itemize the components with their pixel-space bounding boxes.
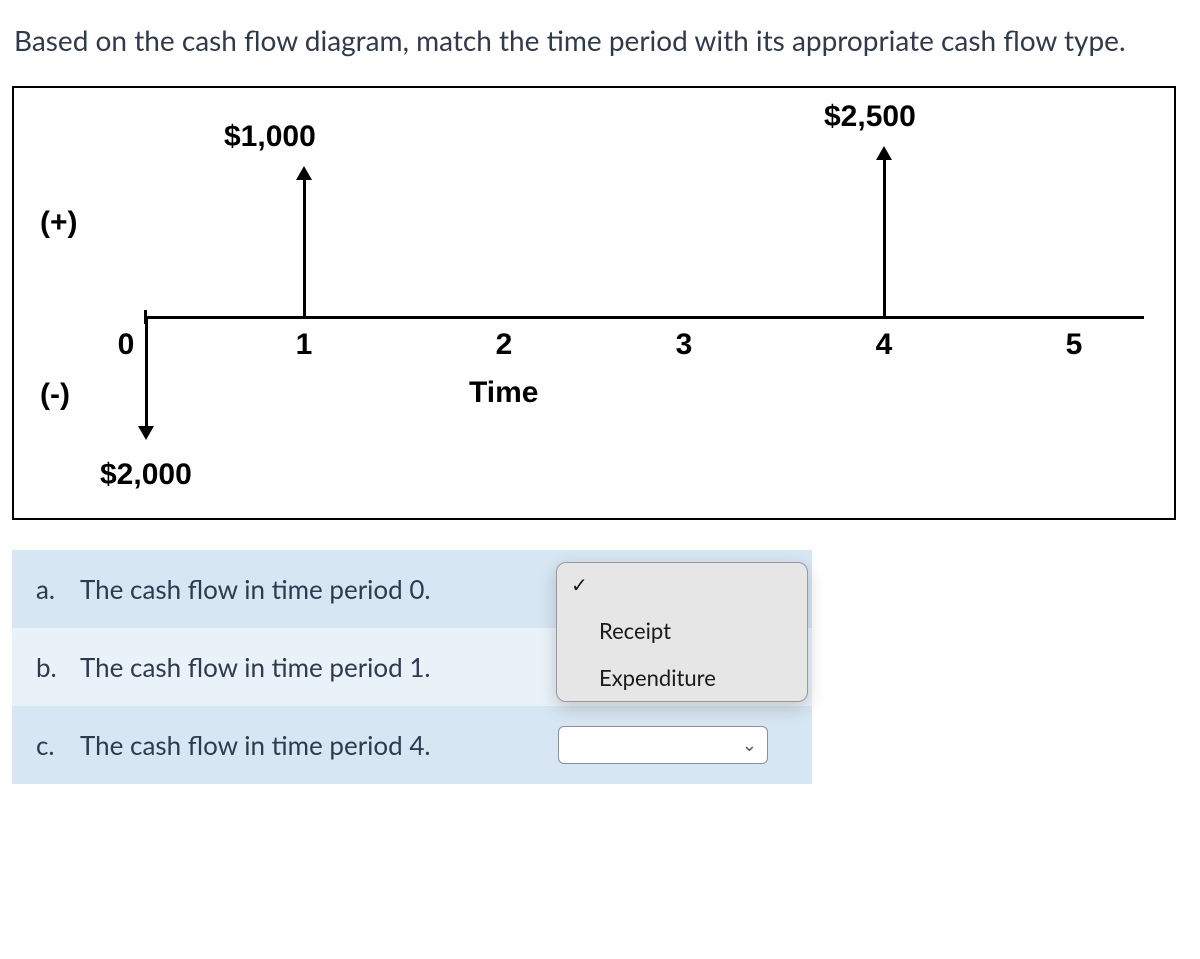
dropdown-option-receipt[interactable]: Receipt [557, 607, 807, 654]
match-row-c: c. The cash flow in time period 4. ⌄ [12, 706, 812, 784]
tick-3: 3 [676, 328, 693, 362]
match-text-a: The cash flow in time period 0. [80, 573, 558, 605]
page: Based on the cash flow diagram, match th… [0, 0, 1200, 802]
match-text-c: The cash flow in time period 4. [80, 729, 558, 761]
time-axis-label: Time [469, 376, 538, 410]
dropdown-option-blank[interactable]: ✓ [557, 563, 807, 607]
dropdown-option-expenditure[interactable]: Expenditure [557, 654, 807, 701]
time-axis [144, 316, 1144, 319]
tick-2: 2 [496, 328, 513, 362]
check-icon: ✓ [571, 573, 599, 597]
chevron-down-icon: ⌄ [742, 733, 757, 756]
arrow-up-t4 [883, 158, 886, 316]
cash-flow-diagram: (+) (-) 0 1 2 3 4 5 Time $1,000 $2,500 $… [12, 86, 1176, 520]
positive-sign: (+) [40, 206, 78, 240]
arrowhead-up-t4-icon [876, 146, 892, 160]
tick-4: 4 [876, 328, 893, 362]
match-letter-a: a. [36, 573, 80, 605]
tick-5: 5 [1066, 328, 1083, 362]
flow-value-t1: $1,000 [224, 120, 316, 154]
select-c[interactable]: ⌄ [558, 726, 768, 764]
arrow-down-t0 [145, 319, 148, 429]
match-text-b: The cash flow in time period 1. [80, 651, 558, 683]
match-letter-c: c. [36, 729, 80, 761]
negative-sign: (-) [40, 378, 70, 412]
dropdown-option-expenditure-label: Expenditure [599, 664, 716, 691]
match-letter-b: b. [36, 651, 80, 683]
arrowhead-up-t1-icon [296, 166, 312, 180]
dropdown-option-receipt-label: Receipt [599, 617, 671, 644]
tick-0: 0 [118, 328, 135, 362]
flow-value-t0: $2,000 [100, 458, 192, 492]
matching-area: a. The cash flow in time period 0. b. Th… [12, 550, 812, 784]
arrowhead-down-t0-icon [138, 426, 154, 440]
arrow-up-t1 [303, 178, 306, 316]
flow-value-t4: $2,500 [824, 100, 916, 134]
tick-1: 1 [296, 328, 313, 362]
question-text: Based on the cash flow diagram, match th… [14, 22, 1186, 60]
dropdown-menu: ✓ Receipt Expenditure [556, 562, 808, 702]
